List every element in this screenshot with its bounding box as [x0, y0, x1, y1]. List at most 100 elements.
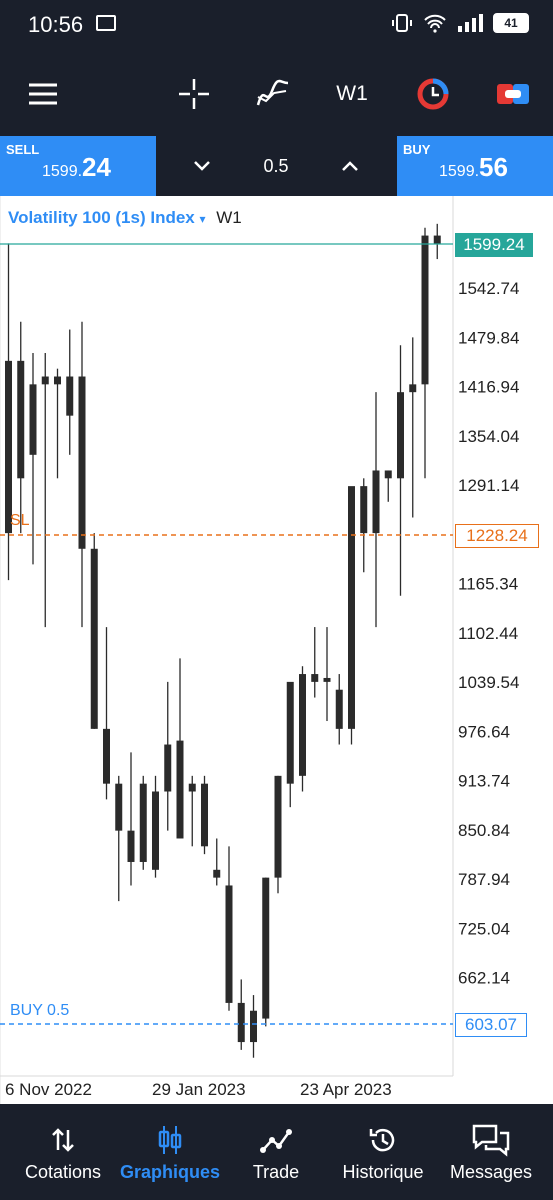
- arrows-updown-icon: [50, 1122, 76, 1158]
- trade-bar: SELL 1599.24 0.5 BUY 1599.56: [0, 136, 553, 196]
- candle-body: [433, 235, 441, 245]
- candle-body: [335, 689, 343, 729]
- trade-panel-icon[interactable]: [495, 74, 531, 114]
- nav-cotations[interactable]: Cotations: [8, 1104, 118, 1200]
- current-price-tag: 1599.24: [455, 233, 533, 257]
- nav-label: Graphiques: [119, 1161, 221, 1182]
- price-axis-label: 1354.04: [458, 427, 519, 446]
- candle-body: [372, 470, 380, 534]
- lot-value[interactable]: 0.5: [256, 156, 296, 177]
- candlestick-chart[interactable]: 1542.74 1479.84 1416.94 1354.04 1291.14 1165.…: [0, 196, 553, 1104]
- chat-icon: [472, 1122, 510, 1158]
- candle-body: [29, 384, 37, 455]
- candle-body: [323, 677, 331, 682]
- candle-body: [250, 1010, 257, 1043]
- candle-body: [78, 376, 86, 549]
- nav-graphiques[interactable]: Graphiques: [112, 1104, 228, 1200]
- candle-body: [299, 674, 306, 776]
- date-label: 23 Apr 2023: [300, 1080, 392, 1099]
- candle-body: [103, 728, 110, 784]
- candle-body: [127, 830, 135, 862]
- sell-price: 1599.24: [42, 152, 111, 182]
- price-axis-label: 1291.14: [458, 476, 519, 495]
- crosshair-icon[interactable]: [176, 74, 212, 114]
- candles-icon: [156, 1122, 184, 1158]
- candle-body: [397, 392, 404, 479]
- date-label: 29 Jan 2023: [152, 1080, 246, 1099]
- price-axis-label: 1479.84: [458, 328, 519, 347]
- candle-body: [311, 674, 319, 682]
- trend-icon: [260, 1122, 292, 1158]
- increase-lot-button[interactable]: [334, 150, 366, 182]
- price-axis-label: 1039.54: [458, 673, 519, 692]
- candle-body: [17, 360, 25, 479]
- price-axis-label: 976.64: [458, 722, 510, 741]
- bottom-navigation: Cotations Graphiques Trade Historique Me…: [0, 1104, 553, 1200]
- price-axis-label: 913.74: [458, 772, 510, 791]
- sl-label: SL: [10, 512, 30, 529]
- lot-control: 0.5: [156, 136, 397, 196]
- candle-body: [139, 783, 147, 862]
- wifi-icon: [424, 14, 446, 33]
- price-axis-label: 1542.74: [458, 279, 519, 298]
- nav-historique[interactable]: Historique: [332, 1104, 434, 1200]
- decrease-lot-button[interactable]: [186, 150, 218, 182]
- price-axis-label: 662.14: [458, 969, 510, 988]
- nav-label: Historique: [342, 1161, 424, 1182]
- chevron-down-icon: [194, 161, 210, 171]
- one-click-trading-icon[interactable]: [414, 74, 452, 114]
- sl-price-tag: 1228.24: [455, 524, 539, 548]
- candle-body: [286, 681, 294, 784]
- candle-body: [152, 791, 159, 870]
- candle-body: [225, 885, 233, 1003]
- candle-body: [348, 486, 355, 729]
- price-axis-label: 787.94: [458, 870, 510, 889]
- mail-icon: [96, 15, 116, 31]
- symbol-name: Volatility 100 (1s) Index: [8, 208, 195, 227]
- sell-button[interactable]: SELL 1599.24: [0, 136, 156, 196]
- price-axis-label: 1165.34: [458, 575, 518, 594]
- buy-label: BUY: [403, 142, 431, 157]
- symbol-dropdown-icon: ▾: [199, 212, 206, 226]
- date-label: 6 Nov 2022: [5, 1080, 92, 1099]
- candle-body: [201, 783, 208, 847]
- indicators-icon[interactable]: [254, 74, 292, 114]
- candle-body: [237, 1002, 245, 1043]
- candle-body: [90, 548, 98, 729]
- price-axis-label: 725.04: [458, 919, 510, 938]
- nav-label: Messages: [449, 1161, 533, 1182]
- candle-body: [274, 775, 282, 878]
- chart-toolbar: W1: [0, 52, 553, 136]
- candle-body: [115, 783, 123, 831]
- candle-body: [421, 235, 429, 385]
- timeframe-button[interactable]: W1: [330, 74, 374, 114]
- status-bar: 10:56 41: [0, 0, 553, 52]
- sell-label: SELL: [6, 142, 40, 157]
- candle-body: [164, 744, 172, 792]
- candle-body: [384, 470, 392, 479]
- nav-label: Cotations: [24, 1161, 102, 1182]
- signal-icon: [458, 14, 483, 32]
- candle-body: [409, 384, 417, 393]
- nav-trade[interactable]: Trade: [230, 1104, 322, 1200]
- candle-body: [66, 376, 74, 416]
- price-axis-label: 1102.44: [458, 624, 518, 643]
- candle-body: [176, 740, 184, 839]
- battery-icon: 41: [493, 13, 529, 33]
- candle-body: [5, 360, 12, 534]
- nav-messages[interactable]: Messages: [440, 1104, 542, 1200]
- status-time: 10:56: [28, 12, 84, 37]
- candle-body: [360, 486, 368, 534]
- menu-icon[interactable]: [26, 74, 60, 114]
- vibrate-icon: [392, 14, 412, 32]
- status-icons: 41: [391, 12, 529, 34]
- symbol-title[interactable]: Volatility 100 (1s) Index ▾ W1: [8, 208, 242, 228]
- buy-line-label: BUY 0.5: [10, 1002, 70, 1019]
- chevron-up-icon: [342, 161, 358, 171]
- history-icon: [367, 1122, 399, 1158]
- nav-label: Trade: [252, 1161, 300, 1182]
- candle-body: [188, 783, 196, 792]
- chart-area[interactable]: 1542.74 1479.84 1416.94 1354.04 1291.14 1165.…: [0, 196, 553, 1104]
- buy-button[interactable]: BUY 1599.56: [397, 136, 553, 196]
- buy-price-tag: 603.07: [455, 1013, 527, 1037]
